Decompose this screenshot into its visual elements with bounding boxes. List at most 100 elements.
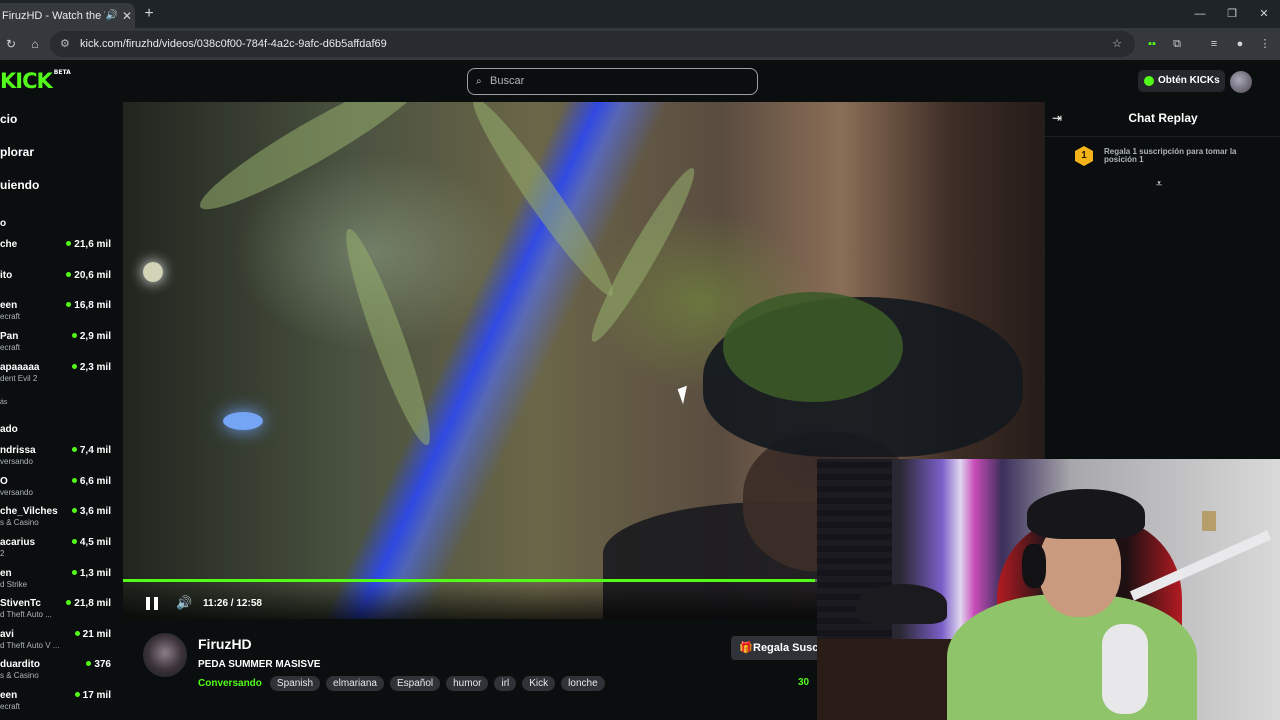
sidebar-channel[interactable]: ito 20,6 mil: [0, 270, 121, 296]
video-timecode: 11:26 / 12:58: [203, 598, 262, 609]
tag-chip[interactable]: humor: [446, 675, 489, 691]
sidebar-nav-following[interactable]: uiendo: [0, 178, 39, 192]
gift-subs-button[interactable]: 🎁 Regala Suscripciones: [731, 636, 831, 660]
browser-menu-icon[interactable]: ⋮: [1256, 35, 1274, 53]
sidebar-channel[interactable]: che 21,6 mil: [0, 239, 121, 265]
tag-chip[interactable]: lonche: [561, 675, 605, 691]
speaker-icon[interactable]: 🔊: [105, 10, 119, 21]
recommended-section-title: o: [0, 218, 7, 229]
get-kicks-button[interactable]: Obtén KICKs: [1138, 70, 1225, 92]
viewer-count: 30: [798, 677, 810, 688]
kick-logo[interactable]: KICK BETA: [0, 69, 71, 93]
live-dot-icon: [71, 447, 77, 452]
live-dot-icon: [66, 600, 72, 605]
webcam-background: [857, 584, 947, 624]
channel-name: ndrissa: [0, 445, 36, 456]
close-window-button[interactable]: ✕: [1254, 4, 1274, 24]
pause-icon[interactable]: [146, 597, 158, 610]
volume-icon[interactable]: 🔊: [176, 595, 192, 611]
address-bar[interactable]: ⚙ kick.com/firuzhd/videos/038c0f00-784f-…: [50, 31, 1135, 57]
chat-divider: [1045, 136, 1280, 137]
channel-category: ecraft: [0, 312, 21, 321]
tag-chip[interactable]: Kick: [522, 675, 556, 691]
user-avatar[interactable]: [1230, 71, 1252, 93]
mouse-cursor-icon: [677, 385, 693, 405]
minimize-button[interactable]: —: [1190, 4, 1210, 24]
sidebar-channel[interactable]: StivenTc d Theft Auto ... 21,8 mil: [0, 598, 121, 624]
sidebar: cio plorar uiendo o che 21,6 mil ito 20,…: [0, 102, 121, 720]
channel-name: duardito: [0, 659, 40, 670]
sidebar-channel[interactable]: acarius 2 4,5 mil: [0, 537, 121, 563]
sidebar-nav-explore[interactable]: plorar: [0, 145, 34, 159]
media-controls-icon[interactable]: ≡: [1205, 35, 1223, 53]
gift-leaderboard-text: Regala 1 suscripción para tomar la posic…: [1104, 147, 1237, 164]
tag-chip[interactable]: elmariana: [326, 675, 384, 691]
channel-name: apaaaaa: [0, 362, 40, 373]
tag-chip[interactable]: irl: [494, 675, 517, 691]
category-link[interactable]: Conversando: [198, 678, 262, 689]
channel-name: acarius: [0, 537, 36, 548]
tab-title: FiruzHD - Watch the VOD o: [2, 9, 105, 22]
viewer-count: 6,6 mil: [71, 476, 111, 487]
bookmark-star-icon[interactable]: ☆: [1108, 35, 1126, 53]
home-icon[interactable]: ⌂: [26, 35, 44, 53]
chat-panel: ⇥ Chat Replay 1 Regala 1 suscripción par…: [1044, 102, 1280, 460]
browser-tab[interactable]: FiruzHD - Watch the VOD o 🔊 ✕: [0, 3, 135, 28]
viewer-count: 20,6 mil: [66, 270, 111, 281]
sidebar-channel[interactable]: en d Strike 1,3 mil: [0, 568, 121, 594]
channel-name: che_Vilches: [0, 506, 58, 517]
sidebar-nav-home[interactable]: cio: [0, 112, 17, 126]
channel-name: een: [0, 300, 18, 311]
tab-close-icon[interactable]: ✕: [119, 9, 135, 23]
sidebar-channel[interactable]: een ecraft 17 mil: [0, 690, 121, 716]
sidebar-channel[interactable]: Pan ecraft 2,9 mil: [0, 331, 121, 357]
channel-name: ito: [0, 270, 13, 281]
tag-chip[interactable]: Español: [389, 675, 441, 691]
viewer-count: 3,6 mil: [71, 506, 111, 517]
sidebar-channel[interactable]: apaaaaa dent Evil 2 2,3 mil: [0, 362, 121, 388]
live-dot-icon: [66, 272, 72, 277]
extension-icon[interactable]: ▪▪: [1143, 35, 1161, 53]
sidebar-channel[interactable]: O versando 6,6 mil: [0, 476, 121, 502]
live-dot-icon: [74, 631, 80, 636]
beta-badge: BETA: [53, 69, 71, 76]
live-dot-icon: [71, 570, 77, 575]
show-more-link[interactable]: ás: [0, 399, 7, 406]
rank-badge-icon: 1: [1075, 146, 1093, 166]
profile-icon[interactable]: ●: [1231, 35, 1249, 53]
gift-leaderboard[interactable]: 1 Regala 1 suscripción para tomar la pos…: [1075, 146, 1273, 168]
video-frame-person: [723, 292, 903, 402]
site-settings-icon[interactable]: ⚙: [60, 31, 70, 57]
webcam-streamer: [1027, 489, 1145, 539]
sidebar-channel[interactable]: che_Vilches s & Casino 3,6 mil: [0, 506, 121, 532]
channel-category: s & Casino: [0, 671, 39, 680]
viewer-count: 7,4 mil: [71, 445, 111, 456]
gift-icon: 🎁: [739, 642, 753, 654]
video-frame-light: [143, 262, 163, 282]
sidebar-channel[interactable]: avi d Theft Auto V ... 21 mil: [0, 629, 121, 655]
webcam-background: [817, 639, 957, 720]
url-text: kick.com/firuzhd/videos/038c0f00-784f-4a…: [80, 38, 387, 50]
expand-chevron-icon[interactable]: ⩡: [1156, 178, 1162, 191]
search-input[interactable]: ⌕ Buscar: [467, 68, 758, 95]
channel-avatar[interactable]: [143, 633, 187, 677]
live-dot-icon: [71, 508, 77, 513]
webcam-streamer: [1022, 544, 1046, 588]
sidebar-channel[interactable]: ndrissa versando 7,4 mil: [0, 445, 121, 471]
get-kicks-label: Obtén KICKs: [1158, 75, 1220, 86]
channel-category: d Strike: [0, 580, 28, 589]
viewer-count: 16,8 mil: [66, 300, 111, 311]
channel-category: 2: [0, 549, 5, 558]
channel-category: d Theft Auto ...: [0, 610, 52, 619]
tag-chip[interactable]: Spanish: [269, 675, 321, 691]
channel-name[interactable]: FiruzHD: [198, 636, 252, 652]
extensions-puzzle-icon[interactable]: ⧉: [1168, 35, 1186, 53]
sidebar-channel[interactable]: duardito s & Casino 376: [0, 659, 121, 685]
video-frame-foliage: [461, 102, 625, 304]
reload-icon[interactable]: ↻: [2, 35, 20, 53]
restore-button[interactable]: ❐: [1222, 4, 1242, 24]
sidebar-channel[interactable]: een ecraft 16,8 mil: [0, 300, 121, 326]
viewer-count: 1,3 mil: [71, 568, 111, 579]
live-dot-icon: [71, 364, 77, 369]
new-tab-button[interactable]: +: [140, 4, 158, 24]
